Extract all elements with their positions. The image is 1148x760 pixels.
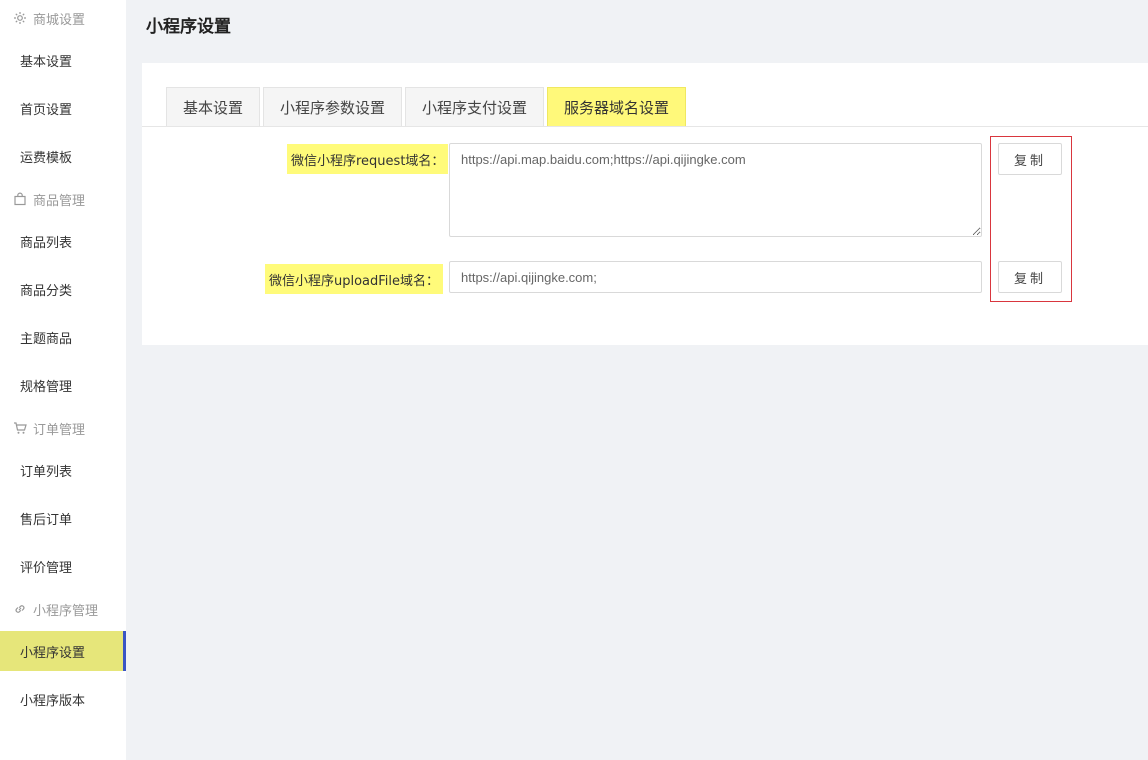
sidebar-item-label: 小程序设置 [20,645,86,661]
tab-miniprogram-params[interactable]: 小程序参数设置 [263,87,403,127]
sidebar-group-product-management: 商品管理 [12,189,85,209]
sidebar-item-label: 小程序版本 [20,693,86,709]
sidebar-group-miniprogram-management: 小程序管理 [12,599,98,619]
tab-label: 基本设置 [183,99,244,117]
sidebar-item-basic-settings[interactable]: 基本设置 [0,40,126,80]
sidebar-group-title: 商品管理 [33,193,86,209]
sidebar-group-shop-settings: 商城设置 [12,8,85,28]
sidebar-item-theme-products[interactable]: 主题商品 [0,317,126,357]
content-panel: 基本设置 小程序参数设置 小程序支付设置 服务器域名设置 微信小程序reques… [142,63,1148,345]
sidebar-item-order-list[interactable]: 订单列表 [0,450,126,490]
sidebar-item-label: 评价管理 [20,560,73,576]
tab-label: 小程序参数设置 [280,99,386,117]
sidebar-item-miniprogram-version[interactable]: 小程序版本 [0,679,126,719]
request-domain-label: 微信小程序request域名： [287,144,449,174]
sidebar-item-spec-management[interactable]: 规格管理 [0,365,126,405]
sidebar-item-shipping-template[interactable]: 运费模板 [0,136,126,176]
sidebar-group-title: 订单管理 [33,422,86,438]
tab-basic-settings[interactable]: 基本设置 [166,87,261,127]
sidebar-item-label: 首页设置 [20,102,73,118]
sidebar-item-product-list[interactable]: 商品列表 [0,221,126,261]
tab-divider [142,126,1148,127]
sidebar: 商城设置 基本设置 首页设置 运费模板 商品管理 商品列表 商品分类 主题商品 … [0,0,126,760]
tab-label: 服务器域名设置 [564,99,670,117]
sidebar-item-label: 商品分类 [20,283,73,299]
sidebar-item-label: 主题商品 [20,331,73,347]
sidebar-item-label: 售后订单 [20,512,73,528]
sidebar-item-label: 商品列表 [20,235,73,251]
sidebar-item-review-management[interactable]: 评价管理 [0,546,126,586]
shopping-bag-icon [12,191,28,207]
tab-miniprogram-payment[interactable]: 小程序支付设置 [405,87,545,127]
upload-domain-input[interactable] [449,261,982,293]
request-domain-textarea[interactable]: https://api.map.baidu.com;https://api.qi… [449,143,982,237]
sidebar-item-home-settings[interactable]: 首页设置 [0,88,126,128]
copy-request-domain-button[interactable]: 复制 [998,143,1062,175]
sidebar-item-label: 基本设置 [20,54,73,70]
tab-bar: 基本设置 小程序参数设置 小程序支付设置 服务器域名设置 [166,87,689,127]
sidebar-group-title: 商城设置 [33,12,86,28]
link-icon [12,601,28,617]
copy-upload-domain-button[interactable]: 复制 [998,261,1062,293]
sidebar-item-after-sale-orders[interactable]: 售后订单 [0,498,126,538]
tab-server-domain[interactable]: 服务器域名设置 [547,87,687,127]
cart-icon [12,420,28,436]
tab-label: 小程序支付设置 [422,99,528,117]
sidebar-item-label: 规格管理 [20,379,73,395]
sidebar-item-label: 订单列表 [20,464,73,480]
page-title: 小程序设置 [146,17,231,37]
upload-domain-label: 微信小程序uploadFile域名： [265,264,444,294]
sidebar-group-title: 小程序管理 [33,603,99,619]
sidebar-item-label: 运费模板 [20,150,73,166]
sidebar-group-order-management: 订单管理 [12,418,85,438]
sidebar-item-miniprogram-settings[interactable]: 小程序设置 [0,631,126,671]
sidebar-item-product-category[interactable]: 商品分类 [0,269,126,309]
gear-icon [12,10,28,26]
